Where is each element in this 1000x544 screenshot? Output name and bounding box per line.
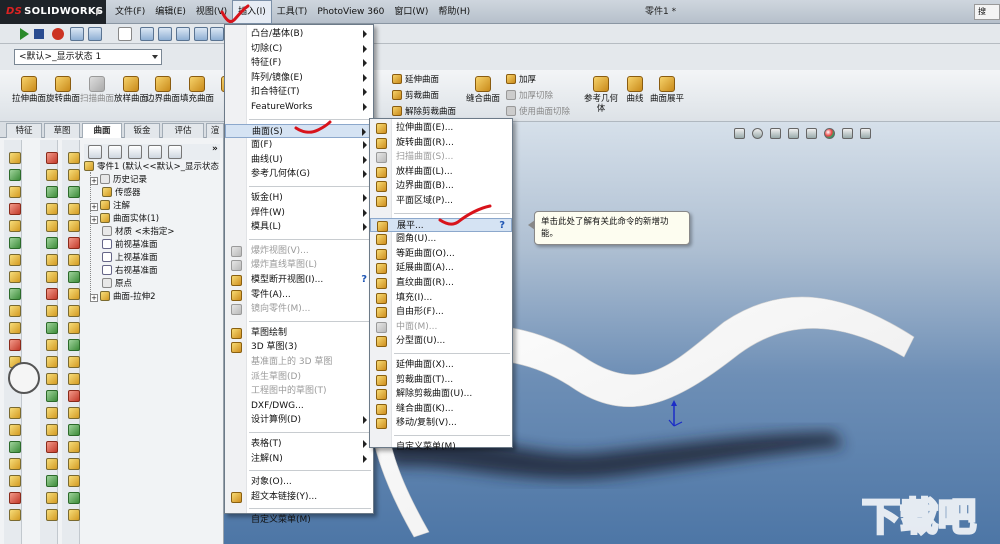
annotation-overlay bbox=[220, 4, 492, 226]
annotation-tick-flatten bbox=[438, 204, 492, 226]
annotation-tick-surface bbox=[294, 120, 332, 134]
watermark-glyph: 下载吧 bbox=[861, 494, 978, 541]
watermark-text: 下载吧 bbox=[862, 495, 976, 539]
watermark-logo: 下载吧 bbox=[858, 486, 998, 542]
annotation-tick-insert bbox=[220, 4, 250, 24]
